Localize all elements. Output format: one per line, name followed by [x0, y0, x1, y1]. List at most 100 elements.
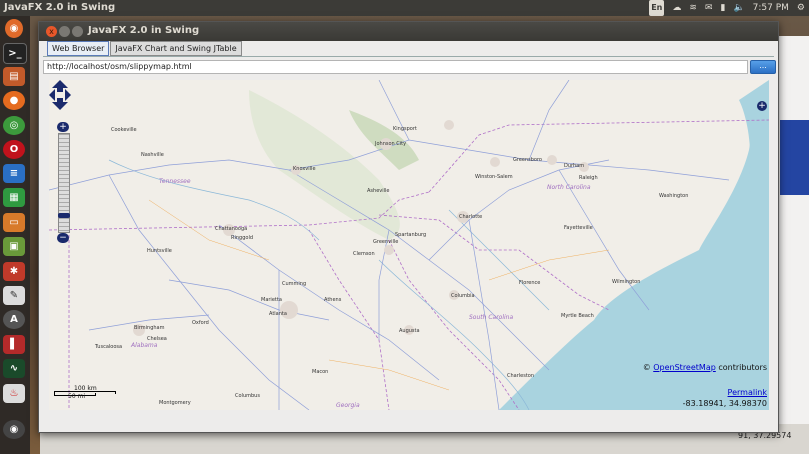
terminal-icon[interactable]: >_	[3, 43, 27, 64]
keyboard-indicator[interactable]: En	[649, 0, 665, 16]
tab-bar: Web Browser JavaFX Chart and Swing JTabl…	[47, 41, 243, 56]
impress-icon[interactable]: ▭	[3, 213, 25, 232]
zoom-bar: + −	[57, 122, 70, 243]
city-label: Spartanburg	[395, 232, 427, 238]
firefox-icon[interactable]: ●	[3, 91, 25, 110]
city-label: Montgomery	[159, 400, 191, 406]
zoom-slider[interactable]	[58, 133, 70, 233]
opera-icon[interactable]: O	[3, 140, 25, 159]
tab-chart-jtable[interactable]: JavaFX Chart and Swing JTable	[110, 41, 242, 56]
city-label: Columbus	[235, 393, 260, 399]
minimize-icon[interactable]	[59, 26, 70, 37]
city-label: Tuscaloosa	[95, 344, 123, 350]
city-label: Nashville	[141, 152, 164, 158]
zoom-in-button[interactable]: +	[57, 122, 69, 132]
state-label: Tennessee	[159, 178, 191, 185]
writer-icon[interactable]: ≡	[3, 164, 25, 183]
mouse-position-readout: -83.18941, 34.98370	[682, 399, 767, 408]
battery-icon[interactable]: ▮	[720, 0, 725, 16]
files-icon[interactable]: ▤	[3, 67, 25, 86]
window-titlebar[interactable]: x JavaFX 2.0 in Swing	[39, 22, 778, 41]
url-field[interactable]: http://localhost/osm/slippymap.html	[43, 60, 748, 74]
openstreetmap-link[interactable]: OpenStreetMap	[653, 363, 716, 372]
layer-switcher-button[interactable]: +	[757, 101, 767, 111]
calc-icon[interactable]: ▦	[3, 188, 25, 207]
launcher: ◉ >_ ▤ ● ◎ O ≡ ▦ ▭ ▣ ✱ ✎ A ▌ ∿ ♨ ◉	[0, 16, 30, 454]
window-title: JavaFX 2.0 in Swing	[88, 25, 200, 36]
system-tray: En ☁ ≋ ✉ ▮ 🔈 7:57 PM ⚙	[649, 0, 809, 16]
city-label: Cumming	[282, 281, 307, 287]
map-attribution: © OpenStreetMap contributors	[643, 363, 767, 372]
city-label: Asheville	[367, 188, 390, 194]
disc-icon[interactable]: ◉	[3, 420, 25, 439]
copyright-symbol: ©	[642, 363, 651, 372]
pan-control-icon[interactable]	[49, 80, 71, 110]
software-center-icon[interactable]: ▣	[3, 237, 25, 256]
main-window: x JavaFX 2.0 in Swing Web Browser JavaFX…	[38, 21, 779, 433]
maximize-icon[interactable]	[72, 26, 83, 37]
city-label: Washington	[659, 193, 689, 199]
scale-mi-label: 50 mi	[68, 393, 86, 400]
city-label: Macon	[312, 369, 329, 375]
city-label: Charlotte	[459, 214, 483, 220]
city-label: Winston-Salem	[475, 174, 513, 180]
city-label: Oxford	[192, 320, 209, 326]
volume-icon[interactable]: 🔈	[733, 0, 744, 16]
state-label: North Carolina	[547, 184, 591, 191]
city-label: Chattanooga	[215, 226, 248, 232]
chrome-icon[interactable]: ◎	[3, 116, 25, 135]
wifi-icon[interactable]: ≋	[689, 0, 697, 16]
city-label: Columbia	[451, 293, 475, 299]
close-icon[interactable]: x	[46, 26, 57, 37]
city-label: Kingsport	[393, 126, 417, 132]
city-label: Atlanta	[269, 311, 287, 317]
dash-home-icon[interactable]: ◉	[5, 19, 23, 38]
java-icon[interactable]: ♨	[3, 384, 25, 403]
zoom-slider-handle[interactable]	[58, 213, 70, 218]
clock[interactable]: 7:57 PM	[753, 0, 789, 16]
city-label: Ringgold	[231, 235, 254, 241]
state-label: Georgia	[336, 402, 360, 409]
state-label: South Carolina	[469, 314, 514, 321]
city-label: Fayetteville	[564, 225, 593, 231]
background-window-panel	[780, 120, 809, 195]
city-label: Greensboro	[513, 157, 542, 163]
permalink-link[interactable]: Permalink	[728, 388, 767, 397]
city-label: Huntsville	[147, 248, 172, 254]
url-row: http://localhost/osm/slippymap.html ...	[43, 60, 776, 74]
urban-areas	[133, 120, 589, 336]
top-panel: JavaFX 2.0 in Swing En ☁ ≋ ✉ ▮ 🔈 7:57 PM…	[0, 0, 809, 16]
slippy-map[interactable]: Tennessee North Carolina South Carolina …	[49, 80, 769, 410]
system-monitor-icon[interactable]: ∿	[3, 359, 25, 378]
city-label: Durham	[564, 163, 585, 169]
state-label: Alabama	[131, 342, 158, 349]
scale-line: 100 km 50 mi	[54, 385, 116, 401]
city-label: Knoxville	[293, 166, 316, 172]
city-label: Charleston	[507, 373, 535, 379]
settings-icon[interactable]: ✱	[3, 262, 25, 281]
city-label: Raleigh	[579, 175, 598, 181]
go-button[interactable]: ...	[750, 60, 776, 74]
mail-icon[interactable]: ✉	[705, 0, 713, 16]
city-label: Athens	[324, 297, 342, 303]
updater-icon[interactable]: A	[3, 310, 25, 329]
city-label: Marietta	[261, 297, 282, 303]
mountain-terrain	[249, 90, 400, 240]
tab-web-browser[interactable]: Web Browser	[47, 41, 110, 56]
city-label: Augusta	[399, 328, 420, 334]
cloud-icon[interactable]: ☁	[672, 0, 681, 16]
gear-icon[interactable]: ⚙	[797, 0, 805, 16]
monitor-icon[interactable]: ▌	[3, 335, 25, 354]
city-label: Johnson City	[375, 141, 407, 147]
active-app-title: JavaFX 2.0 in Swing	[4, 2, 116, 13]
city-label: Chelsea	[147, 336, 167, 342]
city-label: Birmingham	[134, 325, 165, 331]
city-label: Florence	[519, 280, 541, 286]
city-label: Myrtle Beach	[561, 313, 594, 319]
attribution-suffix: contributors	[715, 363, 767, 372]
text-editor-icon[interactable]: ✎	[3, 286, 25, 305]
city-label: Clemson	[353, 251, 375, 257]
city-label: Cookeville	[111, 127, 137, 133]
city-label: Wilmington	[612, 279, 641, 285]
zoom-out-button[interactable]: −	[57, 233, 69, 243]
